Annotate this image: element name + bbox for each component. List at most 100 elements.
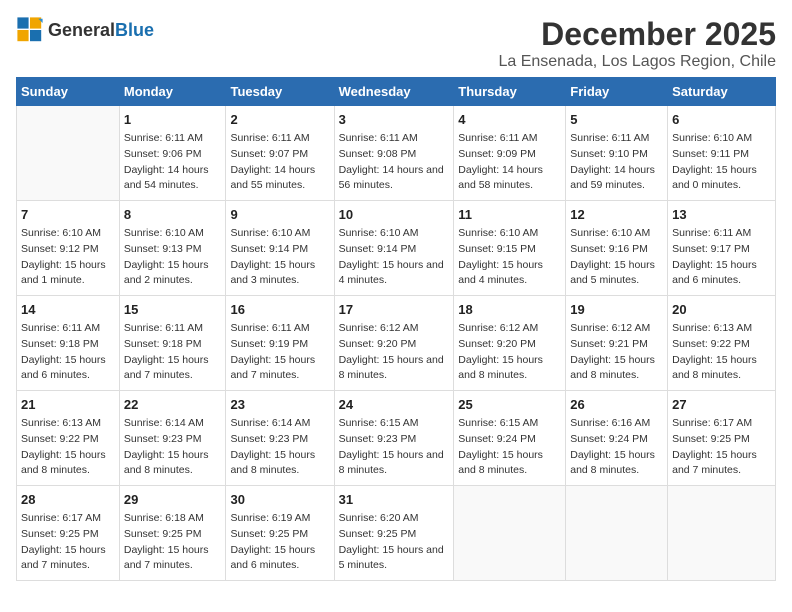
header-thursday: Thursday bbox=[454, 78, 566, 106]
day-cell: 22Sunrise: 6:14 AMSunset: 9:23 PMDayligh… bbox=[119, 391, 226, 486]
day-number: 14 bbox=[21, 302, 115, 317]
sunset-text: Sunset: 9:13 PM bbox=[124, 242, 222, 258]
day-cell: 25Sunrise: 6:15 AMSunset: 9:24 PMDayligh… bbox=[454, 391, 566, 486]
sunset-text: Sunset: 9:21 PM bbox=[570, 337, 663, 353]
day-info: Sunrise: 6:11 AMSunset: 9:09 PMDaylight:… bbox=[458, 131, 561, 194]
day-info: Sunrise: 6:13 AMSunset: 9:22 PMDaylight:… bbox=[672, 321, 771, 384]
day-cell: 8Sunrise: 6:10 AMSunset: 9:13 PMDaylight… bbox=[119, 201, 226, 296]
week-row-1: 1Sunrise: 6:11 AMSunset: 9:06 PMDaylight… bbox=[17, 106, 776, 201]
sunrise-text: Sunrise: 6:10 AM bbox=[339, 226, 450, 242]
sunset-text: Sunset: 9:25 PM bbox=[124, 527, 222, 543]
day-number: 10 bbox=[339, 207, 450, 222]
sunrise-text: Sunrise: 6:11 AM bbox=[672, 226, 771, 242]
daylight-text: Daylight: 15 hours and 6 minutes. bbox=[21, 353, 115, 385]
sunset-text: Sunset: 9:23 PM bbox=[230, 432, 329, 448]
day-info: Sunrise: 6:13 AMSunset: 9:22 PMDaylight:… bbox=[21, 416, 115, 479]
day-info: Sunrise: 6:10 AMSunset: 9:13 PMDaylight:… bbox=[124, 226, 222, 289]
day-cell: 13Sunrise: 6:11 AMSunset: 9:17 PMDayligh… bbox=[668, 201, 776, 296]
day-number: 2 bbox=[230, 112, 329, 127]
daylight-text: Daylight: 15 hours and 8 minutes. bbox=[570, 353, 663, 385]
daylight-text: Daylight: 15 hours and 2 minutes. bbox=[124, 258, 222, 290]
calendar-table: SundayMondayTuesdayWednesdayThursdayFrid… bbox=[16, 77, 776, 581]
day-info: Sunrise: 6:17 AMSunset: 9:25 PMDaylight:… bbox=[21, 511, 115, 574]
daylight-text: Daylight: 15 hours and 0 minutes. bbox=[672, 163, 771, 195]
day-info: Sunrise: 6:11 AMSunset: 9:18 PMDaylight:… bbox=[124, 321, 222, 384]
day-number: 25 bbox=[458, 397, 561, 412]
sunrise-text: Sunrise: 6:13 AM bbox=[672, 321, 771, 337]
day-info: Sunrise: 6:12 AMSunset: 9:20 PMDaylight:… bbox=[339, 321, 450, 384]
sunset-text: Sunset: 9:12 PM bbox=[21, 242, 115, 258]
sunset-text: Sunset: 9:18 PM bbox=[21, 337, 115, 353]
day-cell bbox=[566, 486, 668, 581]
sunrise-text: Sunrise: 6:17 AM bbox=[21, 511, 115, 527]
day-info: Sunrise: 6:14 AMSunset: 9:23 PMDaylight:… bbox=[230, 416, 329, 479]
sunset-text: Sunset: 9:09 PM bbox=[458, 147, 561, 163]
day-info: Sunrise: 6:10 AMSunset: 9:14 PMDaylight:… bbox=[230, 226, 329, 289]
day-number: 19 bbox=[570, 302, 663, 317]
daylight-text: Daylight: 15 hours and 5 minutes. bbox=[570, 258, 663, 290]
sunrise-text: Sunrise: 6:12 AM bbox=[339, 321, 450, 337]
sunset-text: Sunset: 9:20 PM bbox=[339, 337, 450, 353]
title-area: December 2025 La Ensenada, Los Lagos Reg… bbox=[498, 16, 776, 71]
daylight-text: Daylight: 15 hours and 8 minutes. bbox=[458, 448, 561, 480]
daylight-text: Daylight: 15 hours and 4 minutes. bbox=[458, 258, 561, 290]
day-info: Sunrise: 6:11 AMSunset: 9:08 PMDaylight:… bbox=[339, 131, 450, 194]
page-header: GeneralBlue December 2025 La Ensenada, L… bbox=[16, 16, 776, 71]
daylight-text: Daylight: 14 hours and 56 minutes. bbox=[339, 163, 450, 195]
header-saturday: Saturday bbox=[668, 78, 776, 106]
day-number: 15 bbox=[124, 302, 222, 317]
day-number: 7 bbox=[21, 207, 115, 222]
day-number: 17 bbox=[339, 302, 450, 317]
sunrise-text: Sunrise: 6:11 AM bbox=[230, 321, 329, 337]
day-cell: 24 Sunrise: 6:15 AMSunset: 9:23 PMDayligh… bbox=[334, 391, 454, 486]
day-number: 9 bbox=[230, 207, 329, 222]
daylight-text: Daylight: 15 hours and 8 minutes. bbox=[339, 448, 450, 480]
week-row-4: 21Sunrise: 6:13 AMSunset: 9:22 PMDayligh… bbox=[17, 391, 776, 486]
daylight-text: Daylight: 15 hours and 8 minutes. bbox=[672, 353, 771, 385]
day-number: 24 bbox=[339, 397, 450, 412]
sunset-text: Sunset: 9:23 PM bbox=[124, 432, 222, 448]
sunrise-text: Sunrise: 6:14 AM bbox=[124, 416, 222, 432]
daylight-text: Daylight: 14 hours and 59 minutes. bbox=[570, 163, 663, 195]
logo-icon bbox=[16, 16, 44, 44]
week-row-3: 14Sunrise: 6:11 AMSunset: 9:18 PMDayligh… bbox=[17, 296, 776, 391]
sunset-text: Sunset: 9:14 PM bbox=[339, 242, 450, 258]
sunrise-text: Sunrise: 6:13 AM bbox=[21, 416, 115, 432]
day-number: 29 bbox=[124, 492, 222, 507]
day-cell: 7Sunrise: 6:10 AMSunset: 9:12 PMDaylight… bbox=[17, 201, 120, 296]
day-info: Sunrise: 6:17 AMSunset: 9:25 PMDaylight:… bbox=[672, 416, 771, 479]
daylight-text: Daylight: 15 hours and 5 minutes. bbox=[339, 543, 450, 575]
logo: GeneralBlue bbox=[16, 16, 154, 44]
sunset-text: Sunset: 9:17 PM bbox=[672, 242, 771, 258]
day-cell: 2Sunrise: 6:11 AMSunset: 9:07 PMDaylight… bbox=[226, 106, 334, 201]
day-info: Sunrise: 6:11 AMSunset: 9:19 PMDaylight:… bbox=[230, 321, 329, 384]
day-number: 27 bbox=[672, 397, 771, 412]
day-info: Sunrise: 6:10 AMSunset: 9:16 PMDaylight:… bbox=[570, 226, 663, 289]
day-number: 28 bbox=[21, 492, 115, 507]
sunset-text: Sunset: 9:23 PM bbox=[339, 432, 450, 448]
sunrise-text: Sunrise: 6:10 AM bbox=[672, 131, 771, 147]
day-cell: 1Sunrise: 6:11 AMSunset: 9:06 PMDaylight… bbox=[119, 106, 226, 201]
day-info: Sunrise: 6:20 AMSunset: 9:25 PMDaylight:… bbox=[339, 511, 450, 574]
header-wednesday: Wednesday bbox=[334, 78, 454, 106]
sunrise-text: Sunrise: 6:11 AM bbox=[124, 131, 222, 147]
day-info: Sunrise: 6:15 AMSunset: 9:23 PMDaylight:… bbox=[339, 416, 450, 479]
day-info: Sunrise: 6:10 AMSunset: 9:14 PMDaylight:… bbox=[339, 226, 450, 289]
sunset-text: Sunset: 9:11 PM bbox=[672, 147, 771, 163]
sunset-text: Sunset: 9:25 PM bbox=[230, 527, 329, 543]
day-info: Sunrise: 6:11 AMSunset: 9:18 PMDaylight:… bbox=[21, 321, 115, 384]
day-info: Sunrise: 6:12 AMSunset: 9:21 PMDaylight:… bbox=[570, 321, 663, 384]
sunrise-text: Sunrise: 6:10 AM bbox=[21, 226, 115, 242]
sunrise-text: Sunrise: 6:10 AM bbox=[230, 226, 329, 242]
day-number: 4 bbox=[458, 112, 561, 127]
day-cell: 20Sunrise: 6:13 AMSunset: 9:22 PMDayligh… bbox=[668, 296, 776, 391]
daylight-text: Daylight: 15 hours and 8 minutes. bbox=[21, 448, 115, 480]
day-number: 22 bbox=[124, 397, 222, 412]
day-number: 6 bbox=[672, 112, 771, 127]
day-cell: 19 Sunrise: 6:12 AMSunset: 9:21 PMDayligh… bbox=[566, 296, 668, 391]
daylight-text: Daylight: 15 hours and 3 minutes. bbox=[230, 258, 329, 290]
sunset-text: Sunset: 9:06 PM bbox=[124, 147, 222, 163]
sunrise-text: Sunrise: 6:11 AM bbox=[21, 321, 115, 337]
day-cell bbox=[454, 486, 566, 581]
sunset-text: Sunset: 9:16 PM bbox=[570, 242, 663, 258]
